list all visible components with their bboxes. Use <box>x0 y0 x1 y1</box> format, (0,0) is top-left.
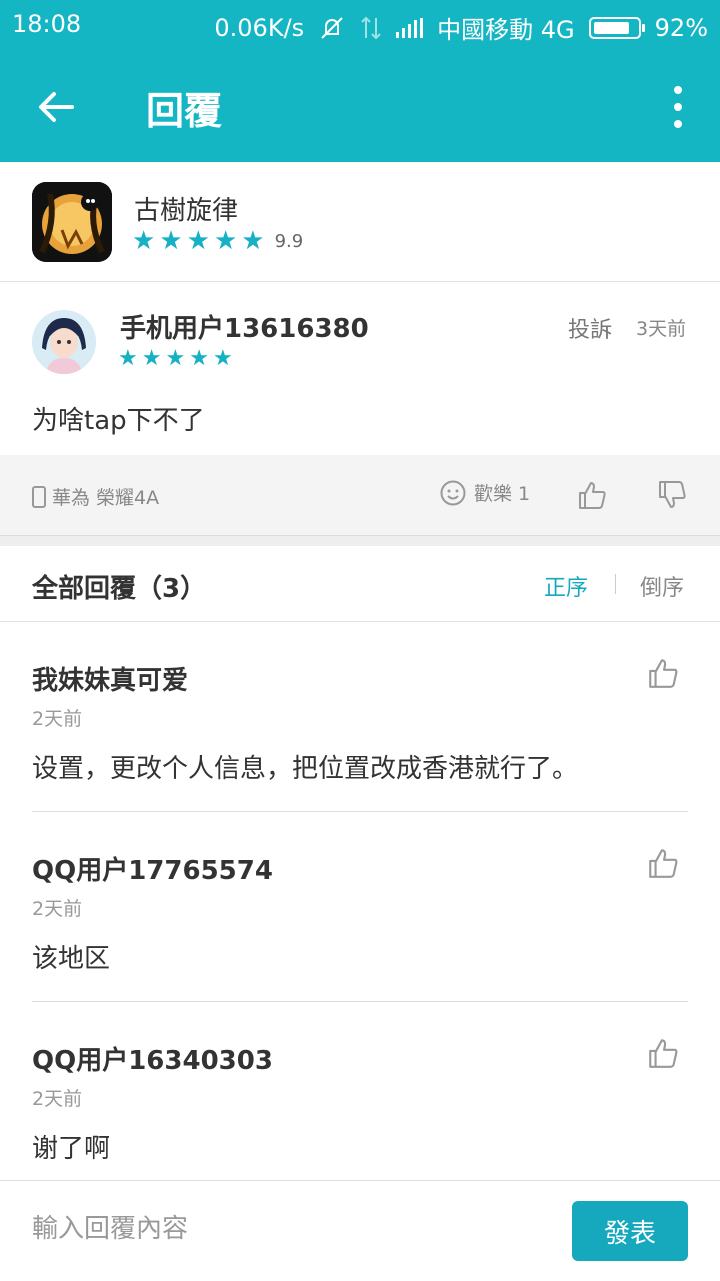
star-icon: ★ <box>213 226 238 256</box>
report-button[interactable]: 投訴 <box>568 312 612 344</box>
thumbs-up-icon[interactable] <box>646 656 680 690</box>
comment-author[interactable]: 手机用户13616380 <box>120 308 369 345</box>
sort-separator <box>615 574 616 594</box>
thumbs-up-icon[interactable] <box>576 479 608 511</box>
star-icon: ★ <box>212 346 233 371</box>
comment-rating: ★ ★ ★ ★ ★ <box>118 348 233 370</box>
reply-time: 2天前 <box>32 898 83 920</box>
star-icon: ★ <box>189 346 209 371</box>
phone-icon <box>32 485 46 508</box>
app-bar: 回覆 <box>0 52 720 162</box>
reply-text: 设置，更改个人信息，把位置改成香港就行了。 <box>32 754 579 784</box>
app-name: 古樹旋律 <box>134 196 239 226</box>
reply-time: 2天前 <box>32 1088 83 1110</box>
avatar[interactable] <box>32 310 96 374</box>
star-icon: ★ <box>159 226 183 256</box>
app-icon <box>32 182 112 262</box>
star-icon: ★ <box>165 346 186 371</box>
section-divider <box>0 536 720 546</box>
reply-time: 2天前 <box>32 708 83 730</box>
replies-title: 全部回覆（3） <box>32 574 207 604</box>
star-icon: ★ <box>186 226 210 256</box>
battery-percent: 92% <box>654 13 708 42</box>
star-icon: ★ <box>241 226 265 256</box>
comment-time: 3天前 <box>636 318 687 340</box>
sort-descending-tab[interactable]: 倒序 <box>640 570 684 602</box>
reply-item: QQ用户17765574 2天前 该地区 <box>0 812 720 1002</box>
smile-face-icon <box>440 480 466 505</box>
device-info: 華為 榮耀4A <box>32 483 159 510</box>
page-title: 回覆 <box>146 89 223 133</box>
reply-author[interactable]: QQ用户16340303 <box>32 1040 273 1077</box>
happy-count: 歡樂 1 <box>474 483 531 505</box>
carrier: 中國移動 4G <box>437 16 575 44</box>
reply-item: 我妹妹真可爱 2天前 设置，更改个人信息，把位置改成香港就行了。 <box>0 622 720 812</box>
mute-vibrate-icon <box>321 16 343 39</box>
reply-author[interactable]: QQ用户17765574 <box>32 850 273 887</box>
network-speed: 0.06K/s <box>214 13 305 42</box>
comment-text: 为啥tap下不了 <box>32 406 205 436</box>
thumbs-up-icon[interactable] <box>646 1036 680 1070</box>
status-indicators: 0.06K/s 中國移動 4G 92% <box>214 10 708 45</box>
reply-text: 该地区 <box>32 944 111 974</box>
sort-ascending-tab[interactable]: 正序 <box>544 570 588 602</box>
thumbs-down-icon[interactable] <box>656 479 688 511</box>
app-rating: ★ ★ ★ ★ ★ 9.9 <box>132 228 303 254</box>
reply-input-bar: 發表 <box>0 1180 720 1281</box>
submit-button[interactable]: 發表 <box>572 1201 688 1261</box>
reply-author[interactable]: 我妹妹真可爱 <box>32 660 188 697</box>
arrow-left-icon <box>39 92 74 122</box>
reply-input[interactable] <box>32 1209 532 1249</box>
reply-text: 谢了啊 <box>32 1134 111 1164</box>
status-time: 18:08 <box>12 10 82 38</box>
comment-meta-bar: 華為 榮耀4A 歡樂 1 <box>0 455 720 536</box>
status-bar: 18:08 0.06K/s 中國移動 4G 92% <box>0 0 720 52</box>
data-transfer-icon <box>361 16 381 39</box>
replies-header: 全部回覆（3） 正序 倒序 <box>0 546 720 622</box>
back-button[interactable] <box>28 82 84 132</box>
more-vertical-icon[interactable] <box>666 86 690 128</box>
reply-item: QQ用户16340303 2天前 谢了啊 <box>0 1002 720 1180</box>
thumbs-up-icon[interactable] <box>646 846 680 880</box>
battery-icon <box>588 16 645 39</box>
star-icon: ★ <box>132 226 156 256</box>
star-icon: ★ <box>141 346 162 371</box>
app-summary[interactable]: 古樹旋律 ★ ★ ★ ★ ★ 9.9 <box>0 162 720 282</box>
star-icon: ★ <box>118 346 138 371</box>
original-comment: 手机用户13616380 ★ ★ ★ ★ ★ 投訴 3天前 为啥tap下不了 <box>0 282 720 455</box>
device-name: 華為 榮耀4A <box>52 487 160 509</box>
signal-icon <box>396 17 424 38</box>
happy-reaction-button[interactable]: 歡樂 1 <box>440 479 530 506</box>
app-score: 9.9 <box>274 230 304 252</box>
